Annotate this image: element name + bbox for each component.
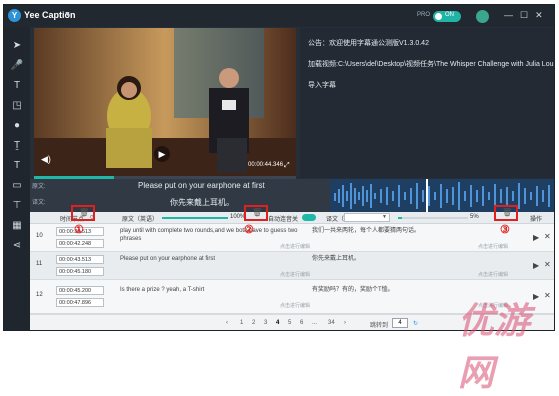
chevron-down-icon[interactable]: ▼	[382, 214, 387, 220]
table-row[interactable]: 10 00:00:39.513 00:00:42.248 play until …	[30, 224, 554, 252]
subtitle-box-icon[interactable]: ▭	[10, 179, 24, 193]
avatar[interactable]	[476, 10, 489, 23]
source-text[interactable]: Please put on your earphone at first	[120, 255, 300, 263]
watermark-logo: 优游网	[458, 300, 531, 393]
loaded-video-path: 加载视频:C:\Users\del\Desktop\视频任务\The Whisp…	[308, 61, 555, 68]
marker-2: ②	[244, 224, 254, 236]
source-text[interactable]: play until with complete two rounds,and …	[120, 227, 300, 243]
auto-toggle[interactable]	[302, 214, 316, 221]
trash-icon[interactable]: 🗑	[252, 208, 262, 217]
source-text[interactable]: Is there a prize ? yeah, a T-shirt	[120, 286, 300, 294]
grid-icon[interactable]: ▦	[10, 219, 24, 233]
prev-page-icon[interactable]: ‹	[226, 320, 228, 326]
edit-hint[interactable]: 点击进行编辑	[478, 271, 508, 278]
translation-volume-fill	[398, 217, 402, 219]
header-auto: 自动连音关	[268, 217, 299, 223]
end-time-input[interactable]: 00:00:45.180	[56, 267, 104, 276]
play-icon[interactable]: ▶	[533, 261, 539, 270]
header-translation-pct: 5%	[470, 214, 479, 220]
info-panel: 公告：欢迎使用字幕通公测版V1.3.0.42 加载视频:C:\Users\del…	[300, 28, 555, 178]
play-icon[interactable]: ▶	[154, 146, 170, 162]
header-source[interactable]: 原文（英语）	[122, 214, 158, 223]
cursor-icon[interactable]: ➤	[10, 39, 24, 53]
text-format-icon[interactable]: T	[10, 159, 24, 173]
jump-go-icon[interactable]: ↻	[413, 320, 418, 327]
page-ellipsis: ...	[312, 320, 318, 326]
page-4[interactable]: 4	[276, 320, 279, 326]
page-1[interactable]: 1	[240, 320, 243, 326]
fullscreen-icon[interactable]: ⤢	[284, 162, 290, 170]
app-window: Y Yee Caption ▼ PRO ON —☐✕ ➤ 🎤 T ◳ ● Ṯ T…	[3, 4, 555, 331]
app-logo-icon: Y	[8, 9, 21, 22]
toggle-label: ON	[445, 12, 454, 18]
marker-3: ③	[500, 224, 510, 236]
edit-hint[interactable]: 点击进行编辑	[280, 302, 310, 309]
page-5[interactable]: 5	[288, 320, 291, 326]
timeline-caption-en[interactable]: Please put on your earphone at first	[138, 181, 265, 190]
page-6[interactable]: 6	[300, 320, 303, 326]
table-row[interactable]: 11 00:00:43.513 00:00:45.180 Please put …	[30, 252, 554, 280]
edit-hint[interactable]: 点击进行编辑	[478, 243, 508, 250]
timeline-source-label: 原文:	[32, 184, 46, 190]
play-icon[interactable]: ▶	[533, 233, 539, 242]
end-time-input[interactable]: 00:00:47.896	[56, 298, 104, 307]
notice-text: 公告：欢迎使用字幕通公测版V1.3.0.42	[308, 40, 429, 47]
video-player[interactable]: ◀) ▶ 00:00:44.346 ⤢	[34, 28, 296, 178]
text-frame-icon[interactable]: ⊤	[10, 199, 24, 213]
microphone-icon[interactable]: 🎤	[10, 59, 24, 73]
import-subtitle-link[interactable]: 导入字幕	[308, 80, 336, 90]
source-volume-slider[interactable]	[162, 217, 228, 219]
video-timestamp: 00:00:44.346	[248, 162, 284, 168]
share-icon[interactable]: ⋖	[10, 239, 24, 253]
end-time-input[interactable]: 00:00:42.248	[56, 239, 104, 248]
edit-hint[interactable]: 点击进行编辑	[280, 271, 310, 278]
trash-icon[interactable]: 🗑	[502, 208, 512, 217]
left-toolbar: ➤ 🎤 T ◳ ● Ṯ T ▭ ⊤ ▦ ⋖	[4, 27, 30, 330]
timeline-caption-zh[interactable]: 你先来戴上耳机。	[170, 197, 234, 208]
page-2[interactable]: 2	[252, 320, 255, 326]
timeline-translation-label: 译文:	[32, 200, 46, 206]
timeline[interactable]: 原文: 译文: Please put on your earphone at f…	[30, 179, 554, 212]
pro-toggle[interactable]: ON	[433, 11, 461, 22]
text-insert-icon[interactable]: T	[10, 79, 24, 93]
translation-volume-slider[interactable]	[398, 217, 468, 219]
jump-input[interactable]: 4	[392, 318, 408, 328]
window-controls[interactable]: —☐✕	[504, 10, 550, 21]
app-menu-chevron-down-icon[interactable]: ▼	[64, 11, 71, 18]
volume-icon[interactable]: ◀)	[41, 154, 51, 165]
trash-icon[interactable]: 🗑	[79, 208, 89, 217]
start-time-input[interactable]: 00:00:45.200	[56, 286, 104, 295]
edit-hint[interactable]: 点击进行编辑	[280, 243, 310, 250]
crop-icon[interactable]: ◳	[10, 99, 24, 113]
pro-label: PRO	[417, 12, 431, 18]
close-icon[interactable]: ✕	[544, 260, 551, 269]
page-3[interactable]: 3	[264, 320, 267, 326]
translation-text[interactable]: 你先来戴上耳机。	[312, 255, 492, 263]
text-style-icon[interactable]: Ṯ	[10, 139, 24, 153]
jump-label: 跳转到	[370, 323, 389, 329]
close-icon[interactable]: ✕	[544, 232, 551, 241]
waveform-graphic	[334, 179, 550, 212]
toggle-knob	[435, 13, 442, 20]
row-number: 12	[36, 292, 43, 298]
page-34[interactable]: 34	[328, 320, 335, 326]
header-ops: 操作	[530, 217, 543, 223]
table-header: 时间节点 ⟳ 原文（英语） 100% 自动连音关 译文（汉语） ▼ 5% 操作	[30, 212, 554, 224]
next-page-icon[interactable]: ›	[344, 320, 346, 326]
mic-record-icon[interactable]: ●	[10, 119, 24, 133]
audio-waveform[interactable]	[330, 179, 554, 212]
start-time-input[interactable]: 00:00:43.513	[56, 255, 104, 264]
translation-text[interactable]: 我们一共来两轮，每个人都要猜两句话。	[312, 227, 492, 235]
title-bar: Y Yee Caption ▼ PRO ON —☐✕	[4, 5, 554, 27]
row-number: 10	[36, 233, 43, 239]
marker-1: ①	[74, 224, 84, 236]
row-number: 11	[36, 261, 43, 267]
